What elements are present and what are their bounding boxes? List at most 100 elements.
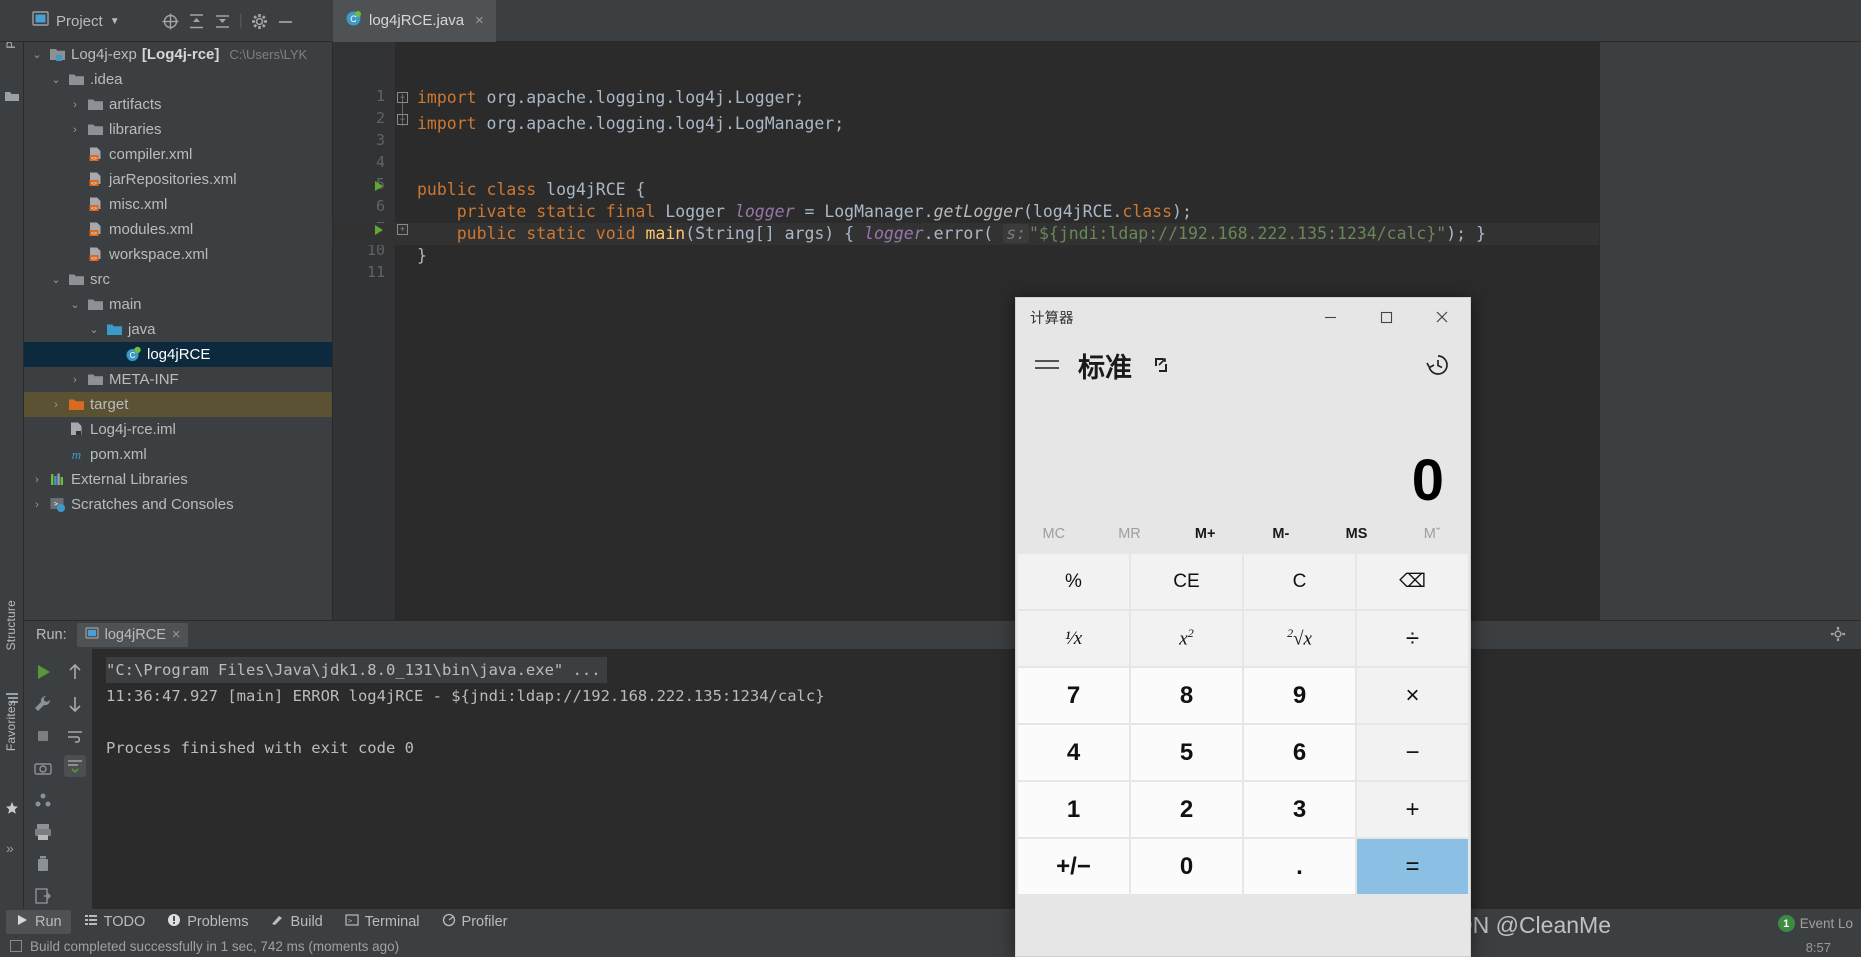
expand-all-icon[interactable] (187, 12, 206, 31)
bottom-tab-problems[interactable]: Problems (158, 910, 257, 934)
chevron-down-icon[interactable]: ▼ (110, 16, 120, 27)
collapse-all-icon[interactable] (213, 12, 232, 31)
camera-icon[interactable] (32, 757, 54, 779)
calc-key-sym[interactable]: × (1357, 668, 1468, 723)
run-settings-gear-icon[interactable] (1829, 625, 1847, 643)
bottom-tab-build[interactable]: Build (261, 910, 331, 934)
scroll-to-end-icon[interactable] (64, 755, 86, 777)
tree-item-target[interactable]: › target (24, 392, 332, 417)
chevron-right-icon[interactable]: › (68, 99, 82, 111)
soft-wrap-icon[interactable] (64, 725, 86, 747)
calc-key-sym[interactable]: = (1357, 839, 1468, 894)
tree-item-pom-xml[interactable]: m pom.xml (24, 442, 332, 467)
chevron-right-icon[interactable]: › (68, 124, 82, 136)
run-config-tab[interactable]: log4jRCE × (76, 623, 189, 647)
tree-item-scratches-and-consoles[interactable]: › >_ Scratches and Consoles (24, 492, 332, 517)
calc-key-3[interactable]: 3 (1244, 782, 1355, 837)
event-log-indicator[interactable]: 1 Event Lo (1777, 915, 1853, 932)
calc-key-1[interactable]: 1 (1018, 782, 1129, 837)
stop-icon[interactable] (32, 725, 54, 747)
calculator-window[interactable]: 计算器 标准 0 MC MR M+ M- MS Mˇ % CE C ⌫ ¹⁄x … (1015, 297, 1471, 957)
tree-item-compiler-xml[interactable]: <> compiler.xml (24, 142, 332, 167)
locate-target-icon[interactable] (161, 12, 180, 31)
calc-key-5[interactable]: 5 (1131, 725, 1242, 780)
bottom-tab-run[interactable]: Run (6, 910, 71, 934)
hamburger-menu-icon[interactable] (1034, 356, 1060, 374)
tree-item-jarrepositories-xml[interactable]: <> jarRepositories.xml (24, 167, 332, 192)
tree-item-log4jrce[interactable]: Clog4jRCE (24, 342, 332, 367)
calc-key-c[interactable]: C (1244, 554, 1355, 609)
tree-item--idea[interactable]: ⌄ .idea (24, 67, 332, 92)
tree-item-meta-inf[interactable]: › META-INF (24, 367, 332, 392)
tree-item-external-libraries[interactable]: › External Libraries (24, 467, 332, 492)
calc-key-1x[interactable]: ¹⁄x (1018, 611, 1129, 666)
close-button[interactable] (1414, 298, 1470, 336)
tree-item-java[interactable]: ⌄ java (24, 317, 332, 342)
tree-item-libraries[interactable]: › libraries (24, 117, 332, 142)
chevron-right-icon[interactable]: › (30, 499, 44, 511)
project-tree[interactable]: ⌄ Log4j-exp [Log4j-rce] C:\Users\LYK ⌄ .idea… (24, 42, 332, 620)
chevron-down-icon[interactable]: ⌄ (49, 273, 63, 286)
calc-key-ce[interactable]: CE (1131, 554, 1242, 609)
thread-dump-icon[interactable] (32, 789, 54, 811)
chevron-down-icon[interactable]: ⌄ (87, 323, 101, 336)
tree-item-main[interactable]: ⌄ main (24, 292, 332, 317)
run-gutter-icon[interactable] (375, 181, 383, 191)
calc-key-sym[interactable]: % (1018, 554, 1129, 609)
scroll-down-icon[interactable] (64, 693, 86, 715)
calc-key-sym[interactable]: +/− (1018, 839, 1129, 894)
rail-expand-icon[interactable]: » (6, 840, 14, 856)
calc-key-6[interactable]: 6 (1244, 725, 1355, 780)
calc-key-sym[interactable]: . (1244, 839, 1355, 894)
calc-key-sym[interactable]: ⌫ (1357, 554, 1468, 609)
memory-button-m-[interactable]: M- (1243, 526, 1319, 542)
run-gutter-icon[interactable] (375, 225, 383, 235)
editor-scroll-gutter[interactable] (1599, 42, 1612, 620)
trash-icon[interactable] (32, 853, 54, 875)
calc-key-4[interactable]: 4 (1018, 725, 1129, 780)
bottom-tab-todo[interactable]: TODO (75, 910, 155, 934)
calc-key-x[interactable]: x2 (1131, 611, 1242, 666)
chevron-down-icon[interactable]: ⌄ (68, 298, 82, 311)
project-panel-title[interactable]: Project (56, 13, 103, 30)
editor-tab-log4jrce[interactable]: C log4jRCE.java × (333, 0, 496, 42)
rail-label-structure[interactable]: Structure (4, 600, 18, 651)
chevron-down-icon[interactable]: ⌄ (30, 48, 44, 61)
fold-collapse-icon[interactable]: − (397, 92, 408, 103)
calc-key-2[interactable]: 2 (1131, 782, 1242, 837)
calc-key-sym[interactable]: ÷ (1357, 611, 1468, 666)
keep-on-top-icon[interactable] (1150, 353, 1174, 377)
close-icon[interactable]: × (475, 12, 484, 29)
tree-item-artifacts[interactable]: › artifacts (24, 92, 332, 117)
calc-key-sym[interactable]: − (1357, 725, 1468, 780)
gear-icon[interactable] (250, 12, 269, 31)
tree-item-log4j-rce-iml[interactable]: Log4j-rce.iml (24, 417, 332, 442)
wrench-icon[interactable] (32, 693, 54, 715)
calc-key-x[interactable]: 2√x (1244, 611, 1355, 666)
minimize-button[interactable] (1302, 298, 1358, 336)
star-icon[interactable] (4, 800, 20, 816)
chevron-right-icon[interactable]: › (30, 474, 44, 486)
rerun-icon[interactable] (32, 661, 54, 683)
rail-label-favorites[interactable]: Favorites (4, 700, 18, 751)
editor-gutter[interactable]: 12345671011 (333, 42, 395, 620)
tree-item-log4j-exp[interactable]: ⌄ Log4j-exp [Log4j-rce] C:\Users\LYK (24, 42, 332, 67)
tree-item-misc-xml[interactable]: <> misc.xml (24, 192, 332, 217)
chevron-down-icon[interactable]: ⌄ (49, 73, 63, 86)
calc-key-8[interactable]: 8 (1131, 668, 1242, 723)
maximize-button[interactable] (1358, 298, 1414, 336)
print-icon[interactable] (32, 821, 54, 843)
memory-button-ms[interactable]: MS (1319, 526, 1395, 542)
bottom-tab-terminal[interactable]: >_ Terminal (336, 910, 429, 934)
tree-item-modules-xml[interactable]: <> modules.xml (24, 217, 332, 242)
chevron-right-icon[interactable]: › (49, 399, 63, 411)
close-icon[interactable]: × (172, 627, 180, 643)
hide-panel-icon[interactable] (276, 12, 295, 31)
tree-item-workspace-xml[interactable]: <> workspace.xml (24, 242, 332, 267)
fold-expand-icon[interactable]: + (397, 224, 408, 235)
calc-key-sym[interactable]: + (1357, 782, 1468, 837)
fold-collapse-icon[interactable]: − (397, 114, 408, 125)
scroll-up-icon[interactable] (64, 661, 86, 683)
project-folder-icon[interactable] (4, 88, 20, 104)
calc-key-0[interactable]: 0 (1131, 839, 1242, 894)
